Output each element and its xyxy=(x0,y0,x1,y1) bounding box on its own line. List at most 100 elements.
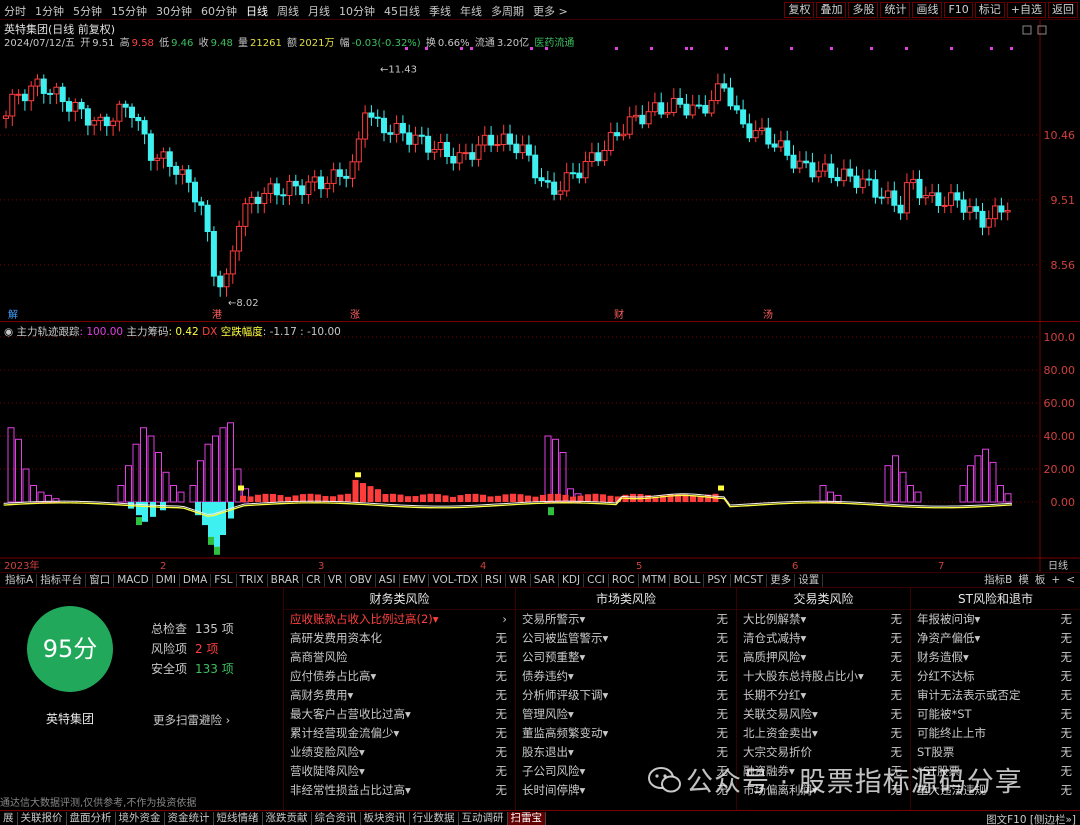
period-tab[interactable]: 45日线 xyxy=(384,3,420,19)
indicator-tab[interactable]: ASI xyxy=(376,574,400,587)
candlestick-chart[interactable]: 10.46 9.51 8.56 ←11.43 ←8.02 解 港 涨 财 汤 xyxy=(0,20,1080,322)
bottom-tab[interactable]: 关联报价 xyxy=(18,812,67,825)
risk-item[interactable]: 审计无法表示或否定 无 xyxy=(911,686,1080,705)
risk-item[interactable]: 年报被问询▾ 无 xyxy=(911,610,1080,629)
risk-item[interactable]: 公司预重整▾ 无 xyxy=(516,648,736,667)
period-tab[interactable]: 更多 > xyxy=(533,3,568,19)
period-tab[interactable]: 月线 xyxy=(308,3,330,19)
indicator-tab-control[interactable]: + xyxy=(1048,574,1063,587)
toolbar-button[interactable]: 叠加 xyxy=(816,2,847,18)
period-tab[interactable]: 多周期 xyxy=(491,3,524,19)
indicator-tab[interactable]: CR xyxy=(303,574,325,587)
risk-item[interactable]: 财务造假▾ 无 xyxy=(911,648,1080,667)
period-tab[interactable]: 10分钟 xyxy=(339,3,375,19)
risk-item[interactable]: 净资产偏低▾ 无 xyxy=(911,629,1080,648)
period-tab[interactable]: 5分钟 xyxy=(73,3,102,19)
indicator-tab-control[interactable]: 指标B xyxy=(981,574,1015,587)
toolbar-button[interactable]: 复权 xyxy=(784,2,815,18)
toolbar-button[interactable]: 多股 xyxy=(848,2,879,18)
indicator-tab[interactable]: 指标A xyxy=(2,574,38,587)
toolbar-button[interactable]: 统计 xyxy=(880,2,911,18)
risk-item[interactable]: 可能被*ST 无 xyxy=(911,705,1080,724)
indicator-tab[interactable]: PSY xyxy=(704,574,731,587)
bottom-tab[interactable]: 涨跌贡献 xyxy=(263,812,312,825)
period-tab[interactable]: 季线 xyxy=(429,3,451,19)
risk-item[interactable]: 高研发费用资本化 无 xyxy=(284,629,515,648)
indicator-tab[interactable]: ROC xyxy=(609,574,639,587)
bottom-tab[interactable]: 行业数据 xyxy=(410,812,459,825)
risk-item[interactable]: 高财务费用▾ 无 xyxy=(284,686,515,705)
risk-item[interactable]: 长期不分红▾ 无 xyxy=(737,686,910,705)
period-tab[interactable]: 年线 xyxy=(460,3,482,19)
period-tab[interactable]: 1分钟 xyxy=(35,3,64,19)
indicator-tab[interactable]: VR xyxy=(325,574,347,587)
toolbar-button[interactable]: +自选 xyxy=(1006,2,1046,18)
indicator-tab-control[interactable]: 板 xyxy=(1032,574,1049,587)
risk-item[interactable]: 营收陡降风险▾ 无 xyxy=(284,762,515,781)
period-tab[interactable]: 分时 xyxy=(4,3,26,19)
indicator-tab[interactable]: OBV xyxy=(346,574,376,587)
indicator-chart[interactable]: 100.0 80.00 60.00 40.00 20.00 0.00 2023年 2 3 4 5 6 7… xyxy=(0,322,1080,572)
bottom-tab[interactable]: 板块资讯 xyxy=(361,812,410,825)
more-scan-link[interactable]: 更多扫雷避险 › xyxy=(153,712,230,728)
indicator-tab[interactable]: EMV xyxy=(400,574,430,587)
indicator-tab[interactable]: WR xyxy=(506,574,531,587)
bottom-tab[interactable]: 资金统计 xyxy=(165,812,214,825)
risk-item[interactable]: 非经常性损益占比过高▾ 无 xyxy=(284,781,515,800)
indicator-tab[interactable]: CCI xyxy=(584,574,609,587)
indicator-tab-control[interactable]: 模 xyxy=(1015,574,1032,587)
indicator-tab[interactable]: MACD xyxy=(114,574,153,587)
indicator-tab[interactable]: MCST xyxy=(731,574,768,587)
indicator-tab[interactable]: RSI xyxy=(482,574,506,587)
bottom-tab[interactable]: 展 xyxy=(0,812,18,825)
risk-item[interactable]: 董监高频繁变动▾ 无 xyxy=(516,724,736,743)
risk-item[interactable]: 关联交易风险▾ 无 xyxy=(737,705,910,724)
indicator-collapse-icon[interactable]: ◉ xyxy=(4,326,17,338)
risk-item[interactable]: 业绩变脸风险▾ 无 xyxy=(284,743,515,762)
indicator-tab[interactable]: DMA xyxy=(180,574,212,587)
risk-item[interactable]: 应收账款占收入比例过高(2)▾ › xyxy=(284,610,515,629)
indicator-tab[interactable]: KDJ xyxy=(559,574,585,587)
risk-item[interactable]: 大比例解禁▾ 无 xyxy=(737,610,910,629)
risk-item[interactable]: 交易所警示▾ 无 xyxy=(516,610,736,629)
risk-item[interactable]: 管理风险▾ 无 xyxy=(516,705,736,724)
risk-item[interactable]: 高质押风险▾ 无 xyxy=(737,648,910,667)
indicator-tab[interactable]: SAR xyxy=(531,574,560,587)
period-tab[interactable]: 60分钟 xyxy=(201,3,237,19)
bottom-tab[interactable]: 短线情绪 xyxy=(214,812,263,825)
indicator-tab[interactable]: BRAR xyxy=(268,574,304,587)
bottom-tab[interactable]: 综合资讯 xyxy=(312,812,361,825)
toolbar-button[interactable]: 标记 xyxy=(974,2,1005,18)
bottom-tab[interactable]: 扫雷宝 xyxy=(507,812,546,825)
indicator-tab[interactable]: DMI xyxy=(153,574,180,587)
risk-item[interactable]: 债券违约▾ 无 xyxy=(516,667,736,686)
risk-item[interactable]: 高商誉风险 无 xyxy=(284,648,515,667)
risk-item[interactable]: 分析师评级下调▾ 无 xyxy=(516,686,736,705)
toolbar-button[interactable]: 返回 xyxy=(1048,2,1078,18)
risk-item[interactable]: 可能终止上市 无 xyxy=(911,724,1080,743)
f10-sidebar-toggle[interactable]: 图文F10 [侧边栏»] xyxy=(986,812,1076,825)
indicator-tab[interactable]: BOLL xyxy=(670,574,705,587)
indicator-tab[interactable]: VOL-TDX xyxy=(429,574,482,587)
indicator-tab[interactable]: 指标平台 xyxy=(37,574,87,587)
indicator-tab[interactable]: TRIX xyxy=(237,574,268,587)
risk-item[interactable]: 十大股东总持股占比小▾ 无 xyxy=(737,667,910,686)
risk-item[interactable]: 北上资金卖出▾ 无 xyxy=(737,724,910,743)
toolbar-button[interactable]: 画线 xyxy=(912,2,943,18)
risk-item[interactable]: 清仓式减持▾ 无 xyxy=(737,629,910,648)
bottom-tab[interactable]: 境外资金 xyxy=(116,812,165,825)
indicator-tab[interactable]: MTM xyxy=(639,574,671,587)
bottom-tab[interactable]: 盘面分析 xyxy=(67,812,116,825)
risk-item[interactable]: 应付债券占比高▾ 无 xyxy=(284,667,515,686)
period-tab[interactable]: 15分钟 xyxy=(111,3,147,19)
indicator-tab[interactable]: 窗口 xyxy=(86,574,115,587)
toolbar-button[interactable]: F10 xyxy=(944,2,973,18)
indicator-tab-control[interactable]: < xyxy=(1063,574,1078,587)
risk-item[interactable]: 公司被监管警示▾ 无 xyxy=(516,629,736,648)
risk-item[interactable]: 累计经营现金流偏少▾ 无 xyxy=(284,724,515,743)
indicator-tab[interactable]: FSL xyxy=(211,574,237,587)
period-tab[interactable]: 日线 xyxy=(246,3,268,19)
risk-item[interactable]: 分红不达标 无 xyxy=(911,667,1080,686)
period-tab[interactable]: 周线 xyxy=(277,3,299,19)
bottom-tab[interactable]: 互动调研 xyxy=(459,812,508,825)
